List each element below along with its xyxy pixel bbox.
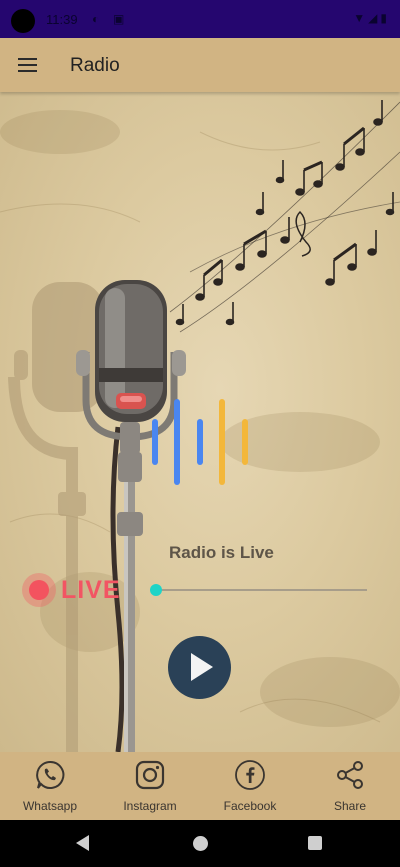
nav-instagram[interactable]: Instagram <box>100 752 200 820</box>
seek-bar[interactable] <box>156 589 367 591</box>
nav-facebook[interactable]: Facebook <box>200 752 300 820</box>
back-icon[interactable] <box>76 835 89 851</box>
seek-thumb[interactable] <box>150 584 162 596</box>
system-status-icons: ▼◢▮ <box>353 11 390 25</box>
android-notification-icon: ▣ <box>113 12 125 26</box>
live-indicator-icon <box>22 573 56 607</box>
bottom-nav: Whatsapp Instagram Facebook Share <box>0 752 400 820</box>
nav-share[interactable]: Share <box>300 752 400 820</box>
nav-label: Whatsapp <box>22 799 78 813</box>
live-label: LIVE <box>61 576 121 604</box>
status-time: 11:39 <box>46 12 78 27</box>
nav-label: Facebook <box>223 799 277 813</box>
whatsapp-icon <box>36 760 65 789</box>
facebook-icon <box>235 760 265 790</box>
data-saver-icon: ◐ <box>92 12 100 26</box>
player-background: Radio is Live LIVE <box>0 92 400 752</box>
nav-label: Instagram <box>123 799 177 813</box>
app-bar: Radio <box>0 38 400 92</box>
home-icon[interactable] <box>193 836 208 851</box>
live-status-text: Radio is Live <box>169 543 274 562</box>
recent-apps-icon[interactable] <box>308 836 322 850</box>
system-navigation-bar <box>0 820 400 867</box>
page-title: Radio <box>70 55 120 76</box>
play-icon <box>191 653 213 681</box>
play-button[interactable] <box>168 636 231 699</box>
status-bar: 11:39 ◐ ▣ ▼◢▮ <box>0 0 400 38</box>
camera-cutout <box>11 9 35 33</box>
share-icon <box>337 761 363 789</box>
instagram-icon <box>135 760 165 790</box>
menu-icon[interactable] <box>14 52 42 78</box>
nav-label: Share <box>333 799 367 813</box>
nav-whatsapp[interactable]: Whatsapp <box>0 752 100 820</box>
